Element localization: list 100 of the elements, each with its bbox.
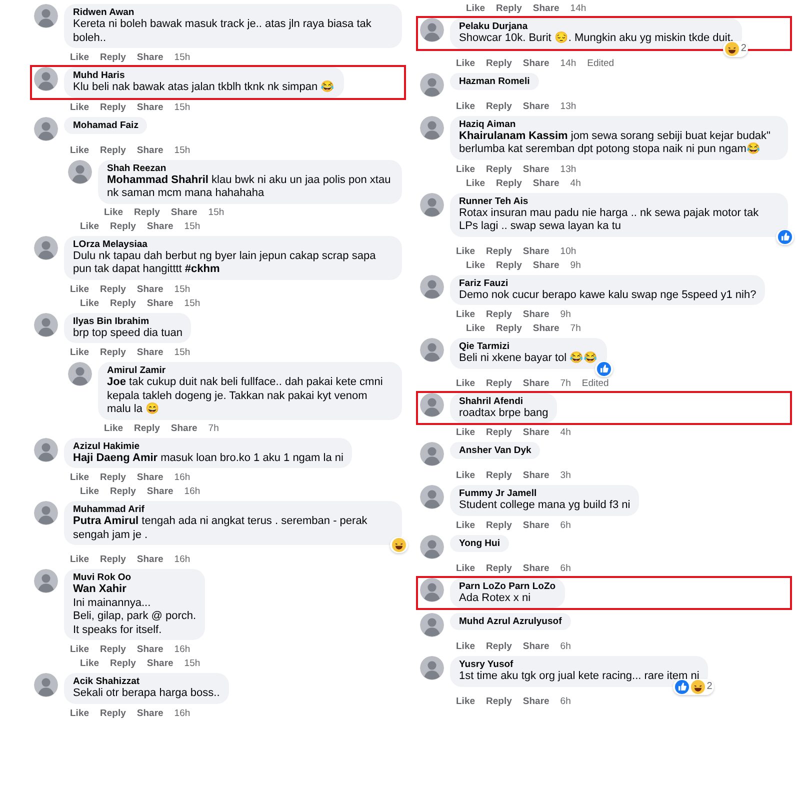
comment-action-link[interactable]: Reply	[110, 220, 136, 232]
comment-action-link[interactable]: Share	[532, 3, 560, 14]
comment-action-link[interactable]: Share	[532, 323, 560, 334]
comment-action-link[interactable]: Share	[136, 144, 164, 156]
commenter-name[interactable]: Pelaku Durjana	[459, 21, 734, 32]
comment-action-link[interactable]: Share	[136, 554, 164, 565]
comment-action-link[interactable]: Reply	[110, 298, 136, 308]
reaction-summary[interactable]: 2	[722, 40, 748, 56]
comment-action-link[interactable]: Like	[456, 58, 476, 68]
comment-action-link[interactable]: Share	[522, 246, 550, 256]
avatar[interactable]	[420, 18, 444, 42]
comment-action-link[interactable]: Reply	[496, 323, 522, 334]
commenter-name[interactable]: Runner Teh Ais	[459, 196, 779, 206]
comment-action-link[interactable]: Share	[522, 58, 550, 68]
comment-action-link[interactable]: Like	[456, 562, 476, 574]
avatar[interactable]	[420, 656, 444, 680]
comment-action-link[interactable]: Share	[522, 164, 550, 174]
commenter-name[interactable]: Ilyas Bin Ibrahim	[73, 316, 182, 326]
comment-action-link[interactable]: Reply	[110, 486, 136, 497]
comment-action-link[interactable]: Like	[80, 486, 100, 497]
comment-action-link[interactable]: Like	[456, 246, 476, 256]
comment-action-link[interactable]: Reply	[100, 102, 126, 112]
avatar[interactable]	[34, 116, 58, 140]
comment-action-link[interactable]: Like	[466, 323, 486, 334]
comment-action-link[interactable]: Like	[80, 298, 100, 308]
comment-action-link[interactable]: Share	[146, 486, 174, 497]
comment-action-link[interactable]: Share	[522, 100, 550, 112]
comment-action-link[interactable]: Reply	[486, 427, 512, 438]
commenter-name[interactable]: Qie Tarmizi	[459, 341, 598, 352]
avatar[interactable]	[34, 438, 58, 462]
comment-action-link[interactable]: Reply	[486, 378, 512, 388]
commenter-name[interactable]: Fariz Fauzi	[459, 278, 756, 288]
comment-action-link[interactable]: Reply	[486, 164, 512, 174]
comment-action-link[interactable]: Reply	[100, 144, 126, 156]
comment-action-link[interactable]: Like	[70, 284, 90, 294]
avatar[interactable]	[420, 613, 444, 637]
commenter-name[interactable]: LOrza Melaysiaa	[73, 238, 393, 250]
comment-action-link[interactable]: Like	[80, 658, 100, 669]
comment-action-link[interactable]: Like	[456, 470, 476, 481]
comment-action-link[interactable]: Share	[136, 347, 164, 358]
comment-action-link[interactable]: Reply	[496, 3, 522, 14]
comment-action-link[interactable]: Reply	[486, 562, 512, 574]
comment-action-link[interactable]: Reply	[100, 644, 126, 655]
comment-action-link[interactable]: Like	[70, 347, 90, 358]
comment-action-link[interactable]: Like	[456, 100, 476, 112]
commenter-name[interactable]: Muhammad Arif	[73, 504, 393, 515]
comment-action-link[interactable]: Like	[466, 260, 486, 270]
avatar[interactable]	[34, 67, 58, 91]
comment-action-link[interactable]: Reply	[134, 206, 160, 218]
reaction-summary[interactable]: 2	[672, 678, 714, 694]
comment-action-link[interactable]: Share	[146, 220, 174, 232]
comment-action-link[interactable]: Like	[70, 554, 90, 565]
comment-action-link[interactable]: Reply	[100, 472, 126, 483]
comment-action-link[interactable]: Reply	[486, 520, 512, 530]
avatar[interactable]	[34, 236, 58, 260]
comment-action-link[interactable]: Reply	[100, 554, 126, 565]
avatar[interactable]	[420, 392, 444, 416]
comment-action-link[interactable]: Like	[466, 3, 486, 14]
commenter-name[interactable]: Amirul Zamir	[107, 365, 393, 376]
comment-action-link[interactable]: Reply	[496, 178, 522, 188]
commenter-name[interactable]: Shahril Afendi	[459, 396, 548, 406]
comment-action-link[interactable]: Share	[522, 427, 550, 438]
comment-action-link[interactable]: Like	[456, 641, 476, 652]
commenter-name[interactable]: Muhd Azrul Azrulyusof	[459, 616, 562, 627]
avatar[interactable]	[34, 673, 58, 697]
comment-action-link[interactable]: Share	[522, 696, 550, 706]
avatar[interactable]	[34, 4, 58, 28]
comment-action-link[interactable]: Reply	[110, 658, 136, 669]
avatar[interactable]	[34, 501, 58, 525]
commenter-name[interactable]: Azizul Hakimie	[73, 440, 344, 452]
commenter-name[interactable]: Ansher Van Dyk	[459, 445, 532, 456]
comment-action-link[interactable]: Reply	[134, 422, 160, 434]
comment-action-link[interactable]: Share	[532, 260, 560, 270]
commenter-name[interactable]: Muhd Haris	[73, 70, 335, 81]
comment-action-link[interactable]: Share	[170, 206, 198, 218]
comment-action-link[interactable]: Reply	[496, 260, 522, 270]
comment-action-link[interactable]: Share	[522, 378, 550, 388]
commenter-name[interactable]: Haziq Aiman	[459, 118, 779, 130]
comment-action-link[interactable]: Like	[80, 220, 100, 232]
comment-action-link[interactable]: Share	[136, 102, 164, 112]
avatar[interactable]	[420, 192, 444, 216]
comment-action-link[interactable]: Like	[456, 520, 476, 530]
avatar[interactable]	[420, 442, 444, 466]
comment-action-link[interactable]: Like	[456, 309, 476, 320]
comment-action-link[interactable]: Like	[70, 472, 90, 483]
comment-action-link[interactable]: Share	[522, 520, 550, 530]
commenter-name[interactable]: Acik Shahizzat	[73, 676, 220, 687]
comment-action-link[interactable]: Reply	[486, 309, 512, 320]
avatar[interactable]	[420, 534, 444, 558]
comment-action-link[interactable]: Like	[70, 102, 90, 112]
comment-action-link[interactable]: Like	[456, 427, 476, 438]
comment-action-link[interactable]: Like	[456, 378, 476, 388]
comment-action-link[interactable]: Share	[522, 470, 550, 481]
avatar[interactable]	[420, 485, 444, 509]
avatar[interactable]	[420, 116, 444, 140]
comment-action-link[interactable]: Share	[532, 178, 560, 188]
comment-action-link[interactable]: Share	[136, 52, 164, 63]
comment-action-link[interactable]: Share	[146, 658, 174, 669]
commenter-name[interactable]: Ridwen Awan	[73, 7, 393, 18]
comment-action-link[interactable]: Like	[456, 164, 476, 174]
